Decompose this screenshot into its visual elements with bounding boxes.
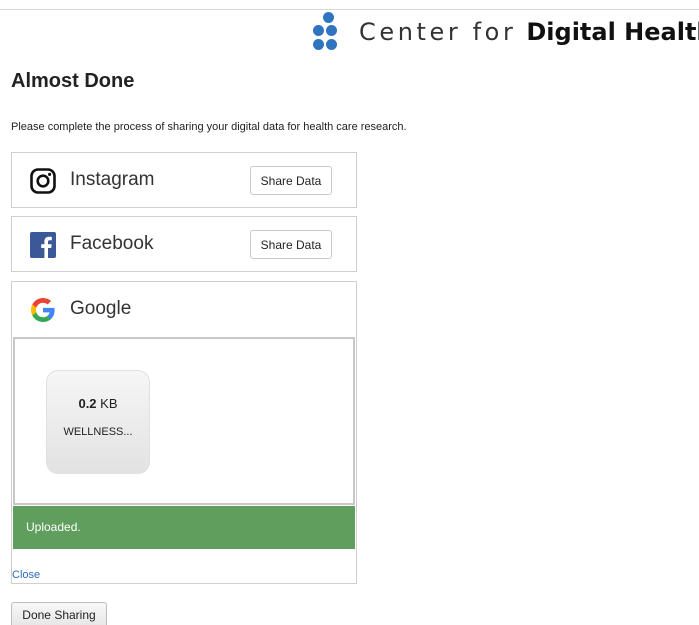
- brand-name: Center for Digital Health: [359, 18, 699, 47]
- facebook-label: Facebook: [70, 233, 154, 254]
- instagram-card-header: Instagram Share Data: [12, 153, 356, 209]
- instagram-share-button[interactable]: Share Data: [250, 166, 332, 195]
- upload-status-text: Uploaded.: [26, 520, 81, 534]
- brand-name-light: Center for: [359, 17, 517, 46]
- google-label: Google: [70, 298, 132, 319]
- file-size-value: 0.2: [78, 396, 97, 411]
- instagram-card: Instagram Share Data: [11, 152, 357, 208]
- file-size: 0.2 KB: [47, 396, 149, 411]
- google-card-header: Google: [12, 282, 356, 338]
- facebook-icon: [30, 232, 56, 258]
- google-icon: [31, 298, 55, 322]
- intro-text: Please complete the process of sharing y…: [11, 121, 407, 133]
- facebook-share-button[interactable]: Share Data: [250, 230, 332, 259]
- facebook-card: Facebook Share Data: [11, 216, 357, 272]
- google-card: Google 0.2 KB WELLNESS... Uploaded. Clos…: [11, 281, 357, 584]
- file-size-unit: KB: [100, 396, 118, 411]
- done-sharing-button[interactable]: Done Sharing: [11, 602, 107, 625]
- instagram-icon: [30, 168, 56, 194]
- brand-name-bold: Digital Health: [526, 17, 699, 46]
- close-link[interactable]: Close: [12, 569, 40, 581]
- page-title: Almost Done: [11, 70, 135, 92]
- file-name: WELLNESS...: [63, 426, 133, 438]
- brand-header: Center for Digital Health: [313, 12, 699, 52]
- brand-logo-icon: [313, 12, 343, 52]
- uploaded-file-tile[interactable]: 0.2 KB WELLNESS...: [46, 370, 150, 474]
- facebook-card-header: Facebook Share Data: [12, 217, 356, 273]
- instagram-label: Instagram: [70, 169, 155, 190]
- google-upload-area: 0.2 KB WELLNESS...: [13, 337, 355, 505]
- top-divider: [0, 9, 699, 10]
- upload-status-bar: Uploaded.: [13, 506, 355, 549]
